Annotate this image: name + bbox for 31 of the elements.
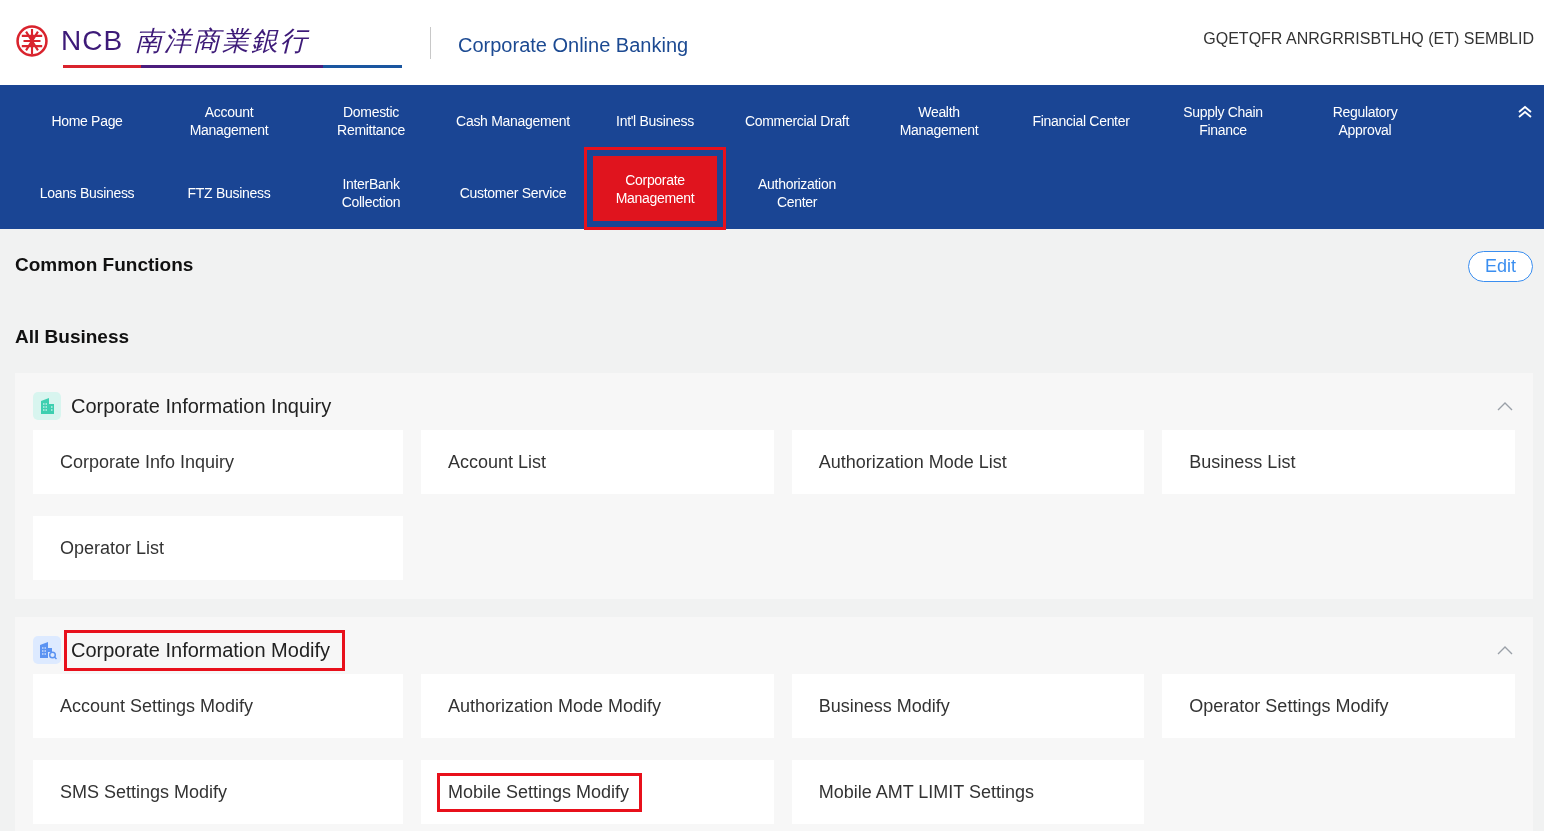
nav-menu-item[interactable]: Corporate Management <box>584 147 726 230</box>
nav-menu-item[interactable]: Customer Service <box>450 175 576 211</box>
nav-menu-item[interactable]: Account Management <box>180 94 278 148</box>
logo-wordmark: NCB <box>61 25 124 57</box>
nav-menu-item[interactable]: Cash Management <box>447 103 579 139</box>
building-search-icon <box>33 636 61 664</box>
nav-menu-item[interactable]: Wealth Management <box>890 94 988 148</box>
collapse-icon[interactable] <box>1517 105 1533 119</box>
category-title: Corporate Information Inquiry <box>70 393 333 419</box>
nav-menu-item[interactable]: Commercial Draft <box>735 103 859 139</box>
nav-menu-item[interactable]: Domestic Remittance <box>328 94 414 148</box>
section-heading: Common Functions <box>15 254 194 276</box>
app-title: Corporate Online Banking <box>458 34 689 57</box>
nav-menu-item[interactable]: Supply Chain Finance <box>1174 94 1272 148</box>
building-icon <box>33 392 61 420</box>
nav-menu-item[interactable]: Int'l Business <box>607 103 703 139</box>
user-name: GQETQFR ANRGRRISBTLHQ (ET) SEMBLID <box>1203 29 1534 48</box>
category-title: Corporate Information Modify <box>64 629 345 671</box>
function-link[interactable]: Mobile Settings Modify <box>437 772 643 812</box>
collapse-chevron-icon[interactable] <box>1497 645 1513 655</box>
nav-menu-item[interactable]: Financial Center <box>1023 103 1139 139</box>
nav-menu-item[interactable]: Loans Business <box>30 175 144 211</box>
section-heading: All Business <box>15 325 131 349</box>
nav-menu-item[interactable]: FTZ Business <box>178 175 280 211</box>
nav-menu-item[interactable]: Regulatory Approval <box>1323 94 1407 148</box>
bank-seal-icon <box>15 24 49 58</box>
nav-menu-item[interactable]: Home Page <box>42 103 132 139</box>
nav-menu-item[interactable]: Authorization Center <box>749 166 845 220</box>
nav-menu-item[interactable]: InterBank Collection <box>332 166 410 220</box>
logo-chinese-name: 南洋商業銀行 <box>135 24 310 58</box>
collapse-chevron-icon[interactable] <box>1497 401 1513 411</box>
